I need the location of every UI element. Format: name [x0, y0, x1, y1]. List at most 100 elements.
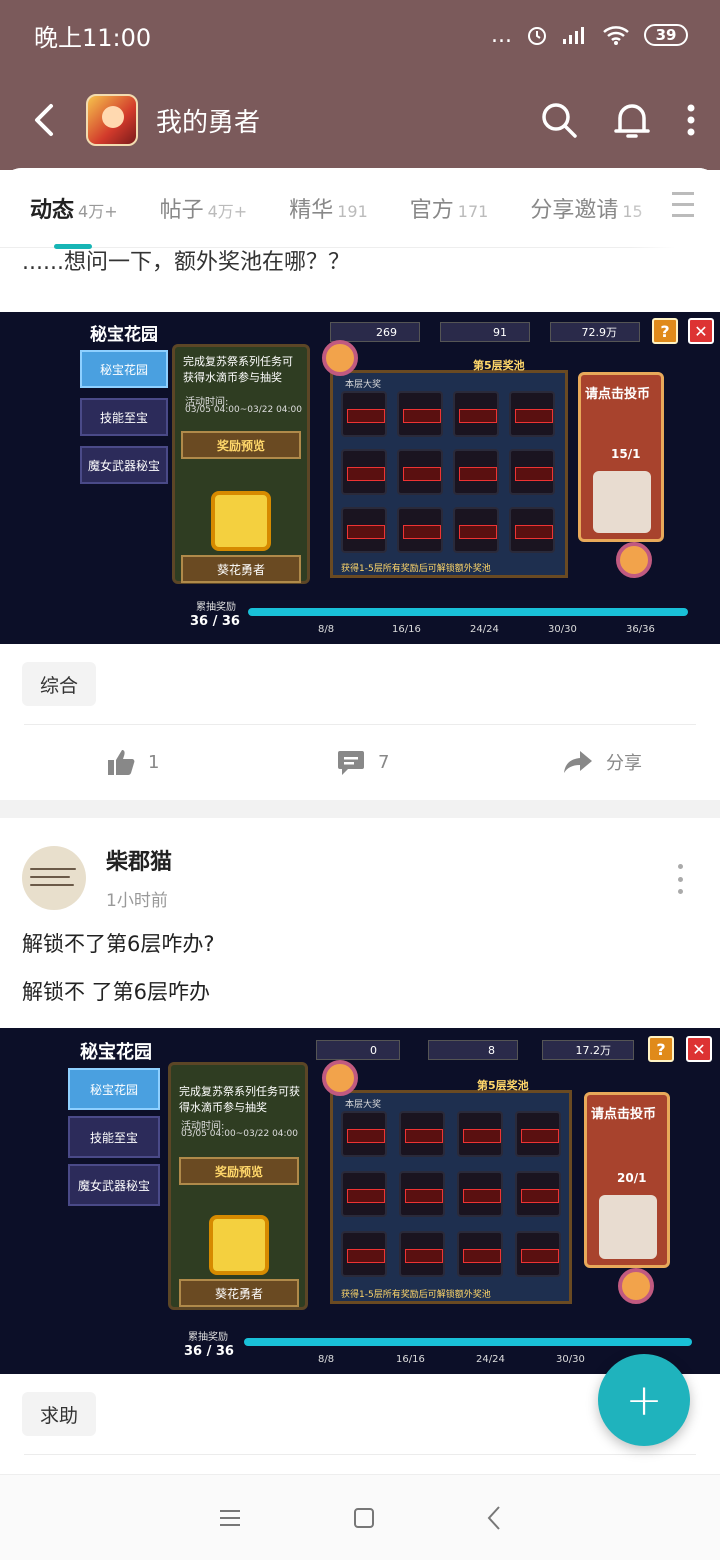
top-prize-label: 本层大奖	[345, 1100, 382, 1110]
post-image[interactable]: 秘宝花园 秘宝花园 技能至宝 魔女武器秘宝 完成复苏祭系列任务可获得水滴币参与抽…	[0, 1028, 720, 1374]
comment-count: 7	[378, 751, 390, 773]
coins-value: 17.2万	[575, 1044, 612, 1057]
bell-icon[interactable]	[614, 100, 650, 140]
comment-icon	[338, 751, 364, 775]
game-title: 秘宝花园	[80, 1042, 152, 1063]
accum-value: 36 / 36	[184, 1344, 234, 1359]
post-image[interactable]: 秘宝花园 秘宝花园 技能至宝 魔女武器秘宝 完成复苏祭系列任务可获得水滴币参与抽…	[0, 312, 720, 644]
status-bar: 晚上11:00 ... 39	[0, 0, 720, 70]
game-task-panel: 完成复苏祭系列任务可获得水滴币参与抽奖 活动时间: 03/05 04:00~03…	[172, 344, 310, 584]
tab-label: 动态	[30, 197, 75, 223]
post-tag[interactable]: 综合	[22, 662, 97, 706]
milestone: 24/24	[476, 1354, 505, 1365]
username[interactable]: 柴郡猫	[106, 844, 172, 876]
tab-featured[interactable]: 精华 191	[289, 192, 368, 224]
task-text: 完成复苏祭系列任务可获得水滴币参与抽奖	[179, 1085, 300, 1114]
status-icons: ... 39	[491, 23, 688, 48]
post-title[interactable]: 解锁不了第6层咋办?	[22, 928, 215, 958]
reward-preview: 奖励预览	[179, 1157, 299, 1185]
accum-label: 累抽奖励	[196, 602, 236, 613]
section-gap	[0, 800, 720, 818]
tab-label: 精华	[289, 197, 334, 223]
battery-icon: 39	[644, 24, 688, 46]
page-title: 我的勇者	[156, 107, 261, 138]
tab-dynamic[interactable]: 动态 4万+	[30, 192, 118, 224]
accum-progress	[248, 608, 688, 616]
game-app-icon[interactable]	[86, 94, 138, 146]
coins-value: 72.9万	[581, 326, 618, 339]
decor-flower	[322, 340, 358, 376]
gems-value: 269	[376, 325, 397, 339]
reward-preview: 奖励预览	[181, 431, 301, 459]
post-tag[interactable]: 求助	[22, 1392, 97, 1436]
hero-name: 葵花勇者	[181, 555, 301, 583]
activity-time-range: 03/05 04:00~03/22 04:00	[181, 1129, 299, 1139]
game-task-panel: 完成复苏祭系列任务可获得水滴币参与抽奖 活动时间: 03/05 04:00~03…	[168, 1062, 308, 1310]
share-label: 分享	[606, 753, 642, 774]
comment-button[interactable]: 7	[336, 747, 389, 777]
app-header: 我的勇者	[0, 70, 720, 170]
tab-active-indicator	[54, 244, 92, 249]
insert-coin-label: 请点击投币	[591, 1107, 657, 1122]
share-arrow-icon	[564, 751, 592, 773]
drop-count: 15/1	[611, 447, 641, 461]
post-time: 1小时前	[106, 891, 168, 911]
top-prize-label: 本层大奖	[345, 380, 382, 390]
hero-name: 葵花勇者	[179, 1279, 299, 1307]
diamonds-value: 8	[488, 1043, 495, 1057]
coin-machine: 请点击投币 15/1	[578, 372, 664, 542]
divider	[24, 1454, 696, 1455]
game-side-tab: 秘宝花园	[68, 1068, 160, 1110]
divider	[24, 724, 696, 725]
tab-official[interactable]: 官方 171	[410, 192, 489, 224]
back-triangle-icon[interactable]	[486, 1505, 502, 1531]
game-side-tab: 技能至宝	[68, 1116, 160, 1158]
decor-flower	[618, 1268, 654, 1304]
gems-value: 0	[370, 1043, 377, 1057]
gems-bar: 269	[330, 322, 420, 342]
avatar[interactable]	[22, 846, 86, 910]
diamonds-bar: 91	[440, 322, 530, 342]
more-vertical-icon[interactable]	[686, 103, 696, 137]
menu-icon[interactable]	[218, 1508, 242, 1528]
tab-posts[interactable]: 帖子 4万+	[160, 192, 248, 224]
milestone: 36/36	[626, 624, 655, 635]
content-sheet: ......想问一下，额外奖池在哪？？ 动态 4万+ 帖子 4万+ 精华 191 官方…	[0, 168, 720, 1560]
signal-icon	[563, 27, 584, 44]
share-button[interactable]: 分享	[562, 749, 642, 775]
back-button[interactable]	[24, 100, 64, 140]
game-side-tab: 技能至宝	[80, 398, 168, 436]
tab-share-invite[interactable]: 分享邀请15	[530, 192, 642, 224]
accum-progress	[244, 1338, 692, 1346]
drop-count: 20/1	[617, 1171, 647, 1185]
search-icon[interactable]	[540, 101, 578, 139]
decor-flower	[322, 1060, 358, 1096]
task-text: 完成复苏祭系列任务可获得水滴币参与抽奖	[183, 355, 293, 384]
more-dots-icon: ...	[491, 22, 512, 48]
post-more-icon[interactable]	[676, 864, 684, 894]
wifi-icon	[603, 26, 629, 45]
tab-count: 171	[457, 201, 489, 221]
milestone: 16/16	[392, 624, 421, 635]
sunflower-hero	[211, 491, 271, 551]
milestone: 8/8	[318, 624, 335, 635]
sunflower-hero	[209, 1215, 269, 1275]
system-nav-bar	[0, 1474, 720, 1560]
post-actions: 1 7 分享	[0, 732, 720, 792]
home-square-icon[interactable]	[352, 1506, 376, 1530]
tab-count: 191	[337, 201, 368, 221]
unlock-tip: 获得1-5层所有奖励后可解锁额外奖池	[341, 564, 491, 574]
create-post-button[interactable]: +	[598, 1354, 690, 1446]
gems-bar: 0	[316, 1040, 400, 1060]
milestone: 24/24	[470, 624, 499, 635]
insert-coin-label: 请点击投币	[585, 387, 651, 402]
like-button[interactable]: 1	[106, 747, 159, 777]
help-icon: ?	[652, 318, 678, 344]
tab-label: 帖子	[159, 197, 204, 223]
help-icon: ?	[648, 1036, 674, 1062]
tab-count: 4万+	[78, 201, 118, 221]
post-body[interactable]: 解锁不 了第6层咋办	[22, 976, 210, 1006]
tab-menu-icon[interactable]	[664, 192, 696, 222]
game-side-tab: 魔女武器秘宝	[68, 1164, 160, 1206]
plus-icon: +	[625, 1374, 663, 1426]
